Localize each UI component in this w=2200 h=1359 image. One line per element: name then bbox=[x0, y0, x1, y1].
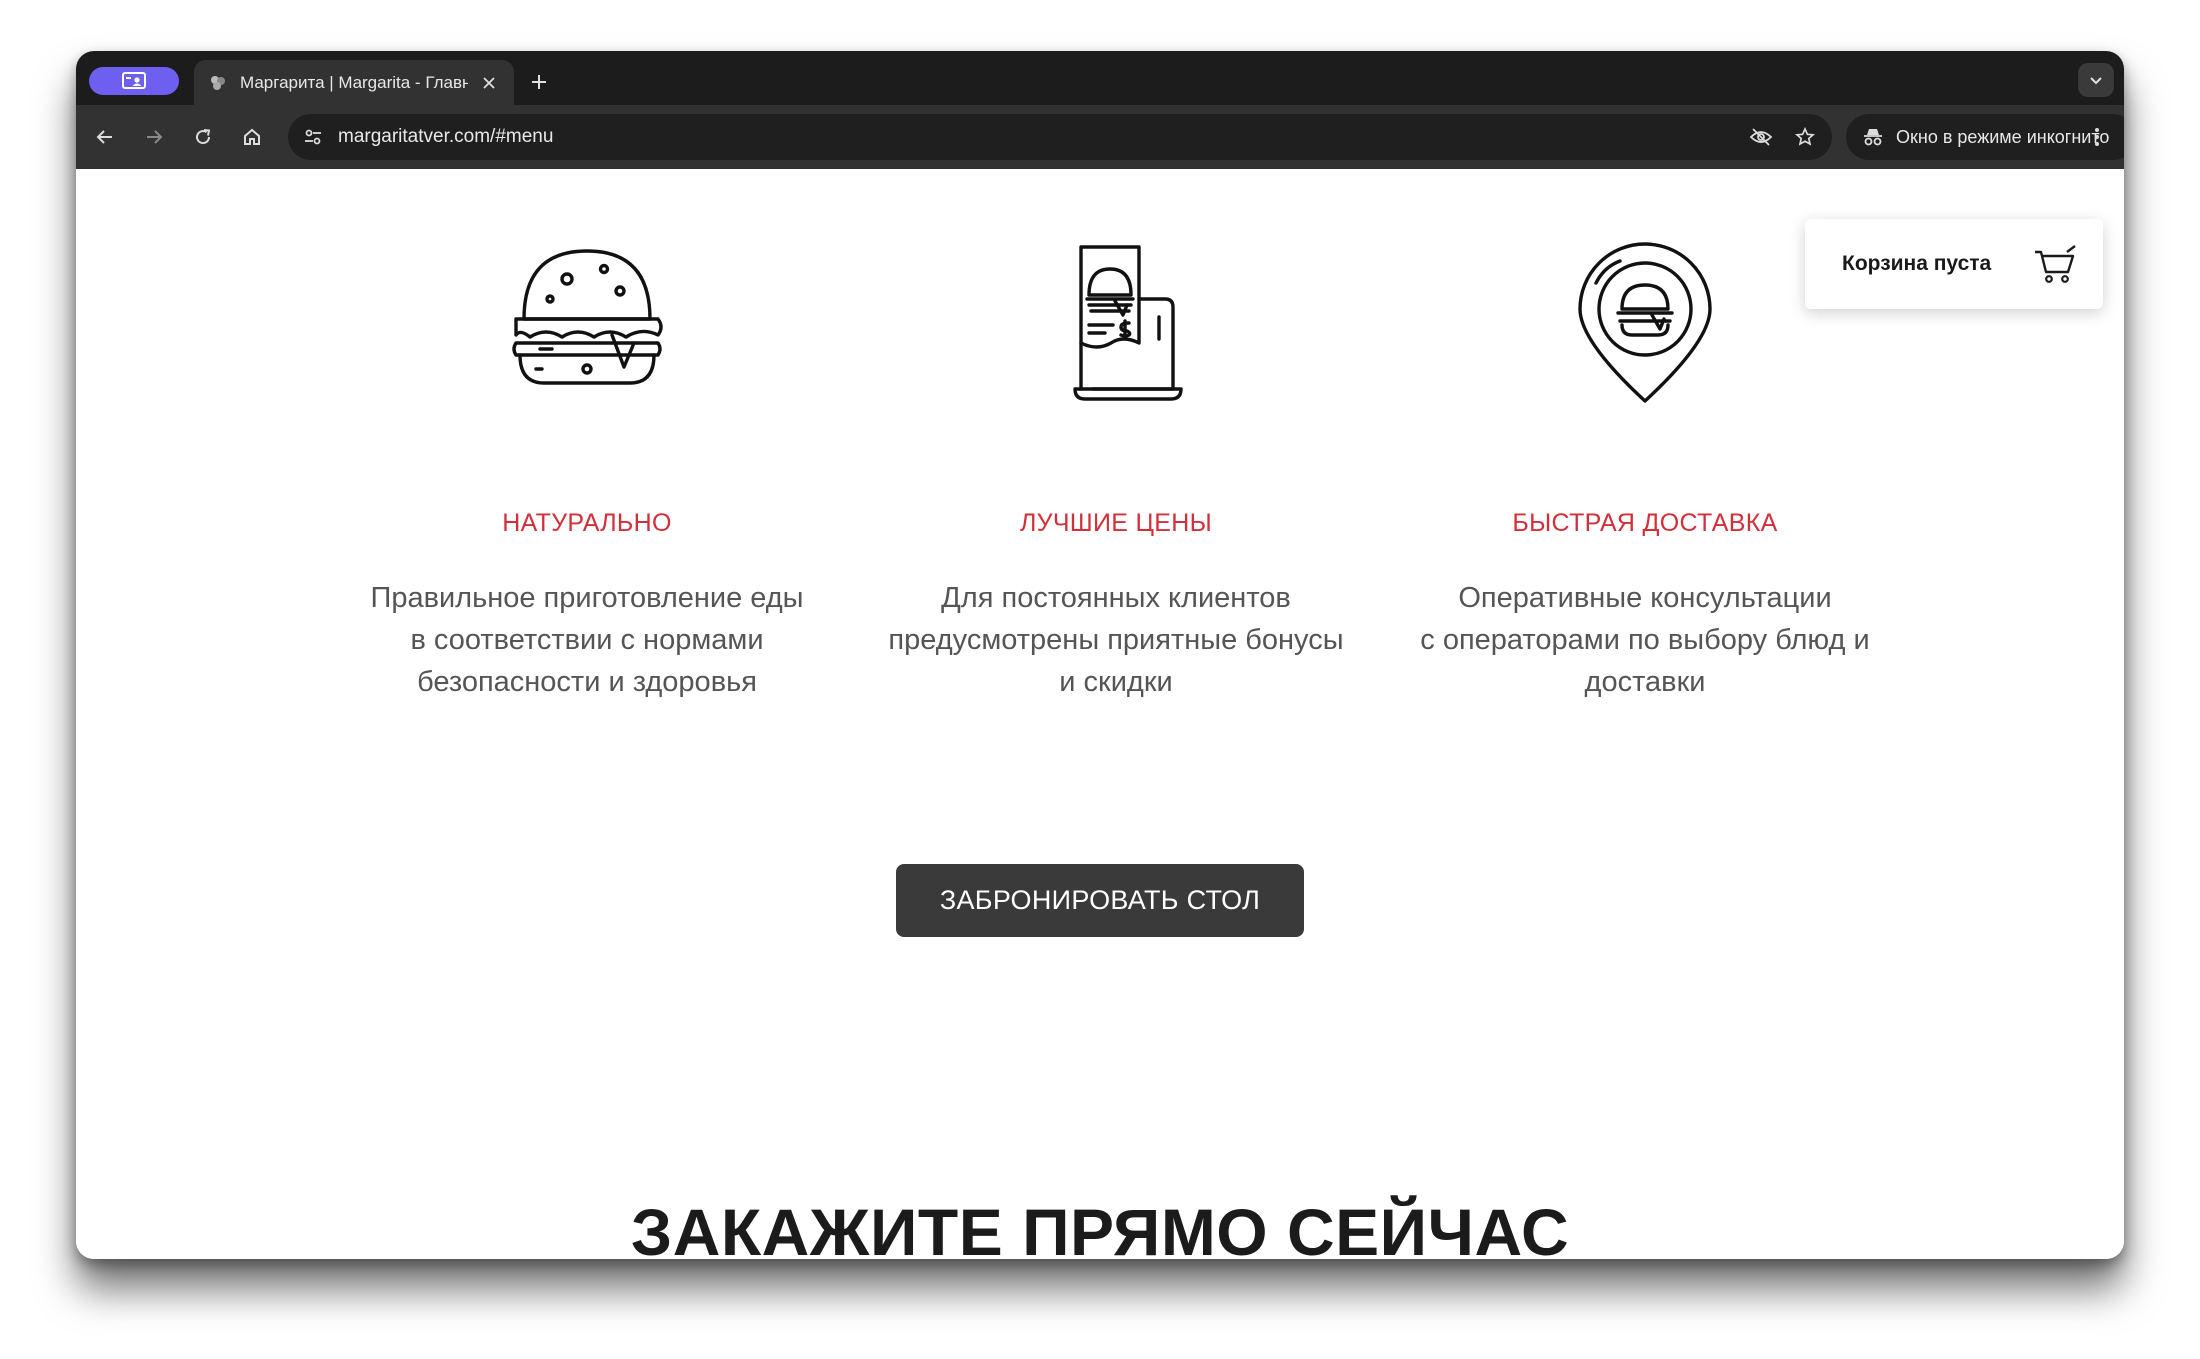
feature-description-line: доставки bbox=[1584, 666, 1706, 698]
reload-icon bbox=[196, 129, 211, 145]
eye-off-icon bbox=[1749, 128, 1773, 146]
burger-icon bbox=[512, 249, 663, 385]
feature-description-line: Правильное приготовление еды bbox=[370, 582, 804, 614]
page-content: Корзина пуста НАТУРАЛЬНО Правильное приг… bbox=[76, 169, 2124, 1259]
chevron-down-icon bbox=[2090, 77, 2102, 85]
profile-button[interactable] bbox=[89, 67, 179, 95]
feature-description-line: предусмотрены приятные бонусы bbox=[888, 624, 1344, 656]
feature-description: Для постоянных клиентов предусмотрены пр… bbox=[876, 577, 1356, 703]
address-bar[interactable]: margaritatver.com/#menu bbox=[288, 114, 1832, 160]
shopping-cart-icon bbox=[2035, 245, 2076, 283]
feature-description-line: Для постоянных клиентов bbox=[941, 582, 1291, 614]
tab-title: Маргарита | Margarita - Главная bbox=[240, 72, 468, 92]
back-button[interactable] bbox=[88, 120, 122, 154]
arrow-right-icon bbox=[147, 130, 163, 144]
close-icon bbox=[483, 76, 495, 89]
tab-strip: Маргарита | Margarita - Главная bbox=[76, 51, 2124, 105]
reload-button[interactable] bbox=[186, 120, 220, 154]
tracking-protection-button[interactable] bbox=[1744, 120, 1778, 154]
feature-title: ЛУЧШИЕ ЦЕНЫ bbox=[1019, 509, 1213, 537]
incognito-icon bbox=[1864, 129, 1882, 146]
browser-toolbar: margaritatver.com/#menu Окно в режиме ин… bbox=[76, 105, 2124, 169]
more-vert-icon bbox=[2095, 128, 2099, 146]
home-icon bbox=[244, 128, 260, 145]
arrow-left-icon bbox=[96, 130, 112, 144]
feature-description: Правильное приготовление еды в соответст… bbox=[347, 577, 827, 703]
home-button[interactable] bbox=[235, 120, 269, 154]
tab-search-button[interactable] bbox=[2078, 63, 2114, 97]
bookmark-button[interactable] bbox=[1788, 120, 1822, 154]
feature-description-line: в соответствии с нормами bbox=[410, 624, 764, 656]
receipt-laptop-icon bbox=[1073, 245, 1183, 401]
book-table-button[interactable]: ЗАБРОНИРОВАТЬ СТОЛ bbox=[896, 864, 1304, 937]
location-pin-burger-icon bbox=[1578, 242, 1712, 403]
tab-close-button[interactable] bbox=[478, 72, 500, 94]
profile-icon bbox=[122, 72, 146, 89]
browser-window: Маргарита | Margarita - Главная margarit… bbox=[76, 51, 2124, 1259]
feature-description: Оперативные консультации с операторами п… bbox=[1405, 577, 1885, 703]
tune-icon bbox=[305, 129, 321, 145]
order-now-heading: ЗАКАЖИТЕ ПРЯМО СЕЙЧАС bbox=[630, 1195, 1570, 1259]
forward-button[interactable] bbox=[137, 120, 171, 154]
plus-icon bbox=[532, 75, 546, 89]
feature-description-line: Оперативные консультации bbox=[1458, 582, 1832, 614]
feature-description-line: с операторами по выбору блюд и bbox=[1420, 624, 1870, 656]
url-text: margaritatver.com/#menu bbox=[338, 126, 554, 147]
feature-description-line: безопасности и здоровья bbox=[417, 666, 757, 698]
feature-title: НАТУРАЛЬНО bbox=[502, 509, 672, 537]
feature-description-line: и скидки bbox=[1059, 666, 1173, 698]
incognito-label: Окно в режиме инкогнито bbox=[1896, 126, 2110, 147]
feature-title: БЫСТРАЯ ДОСТАВКА bbox=[1512, 509, 1778, 537]
new-tab-button[interactable] bbox=[524, 67, 554, 97]
site-info-button[interactable] bbox=[298, 122, 328, 152]
tab-active[interactable]: Маргарита | Margarita - Главная bbox=[194, 60, 514, 105]
star-icon bbox=[1795, 127, 1815, 146]
favicon-icon bbox=[211, 75, 225, 90]
browser-menu-button[interactable] bbox=[2080, 120, 2114, 154]
